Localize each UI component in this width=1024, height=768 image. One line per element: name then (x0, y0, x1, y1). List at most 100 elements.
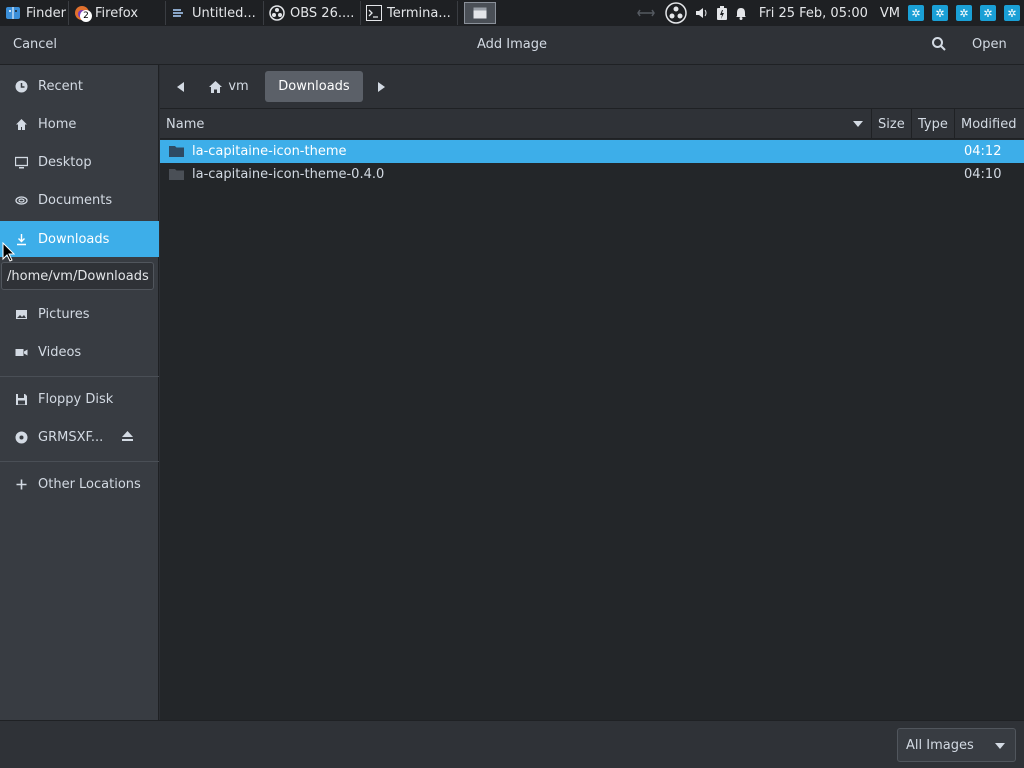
terminal-icon (366, 5, 382, 21)
obs-tray-icon[interactable] (665, 2, 687, 24)
settings-gear-icon[interactable]: ✲ (908, 5, 924, 21)
path-forward-button[interactable] (370, 71, 392, 102)
column-header-label: Name (166, 116, 205, 132)
file-list-header: Name Size Type Modified (160, 109, 1024, 139)
chevron-right-icon (378, 81, 385, 92)
sidebar-item-label: Videos (38, 344, 82, 360)
taskbar-untitled-label: Untitled... (192, 5, 256, 21)
network-icon[interactable] (636, 5, 657, 21)
file-type-filter-select[interactable]: All Images (897, 728, 1016, 762)
sidebar-item-label: GRMSXF... (38, 429, 104, 445)
download-icon (15, 233, 28, 246)
plus-icon (15, 478, 28, 491)
eject-icon[interactable] (121, 430, 134, 446)
home-icon (209, 80, 223, 93)
file-row[interactable]: la-capitaine-icon-theme 04:12 (160, 140, 1024, 163)
column-header-size[interactable]: Size (872, 109, 912, 139)
settings-gear-icon[interactable]: ✲ (932, 5, 948, 21)
picture-icon (15, 308, 28, 321)
sort-down-icon (853, 121, 863, 127)
file-list: Name Size Type Modified la-capitaine-ico… (160, 109, 1024, 720)
finder-icon (5, 5, 21, 21)
taskbar-obs[interactable]: OBS 26.... (264, 1, 361, 25)
sidebar-item-label: Desktop (38, 154, 92, 170)
path-segment-current[interactable]: Downloads (265, 71, 363, 102)
monitor-icon (15, 156, 28, 169)
home-icon (15, 118, 28, 131)
chevron-left-icon (177, 81, 184, 92)
window-icon (473, 7, 487, 19)
user-label[interactable]: VM (880, 6, 900, 21)
file-modified: 04:10 (964, 167, 1002, 182)
cancel-button[interactable]: Cancel (13, 37, 57, 52)
search-icon[interactable] (931, 36, 949, 54)
column-header-modified[interactable]: Modified (955, 109, 1024, 139)
sidebar-item-recent[interactable]: Recent (0, 68, 159, 104)
sidebar-separator (0, 461, 159, 462)
sidebar-separator (0, 376, 159, 377)
taskbar-obs-label: OBS 26.... (290, 5, 355, 21)
path-bar: vm Downloads (160, 65, 1024, 109)
chevron-down-icon (995, 743, 1005, 749)
sidebar-item-floppy-disk[interactable]: Floppy Disk (0, 381, 159, 417)
dialog-bottombar: All Images (0, 720, 1024, 768)
obs-icon (269, 5, 285, 21)
folder-icon (169, 146, 184, 157)
top-taskbar: Finder 2 Firefox Untitled... OBS 26.... … (0, 0, 1024, 26)
column-header-label: Type (918, 116, 948, 132)
show-desktop-button[interactable] (464, 2, 496, 24)
column-header-name[interactable]: Name (160, 109, 872, 139)
taskbar-untitled[interactable]: Untitled... (166, 1, 264, 25)
settings-gear-icon[interactable]: ✲ (1004, 5, 1020, 21)
folder-icon (169, 169, 184, 180)
sidebar-item-home[interactable]: Home (0, 106, 159, 142)
path-back-button[interactable] (170, 71, 192, 102)
taskbar-terminal[interactable]: Termina... (361, 1, 458, 25)
settings-gear-icon[interactable]: ✲ (980, 5, 996, 21)
mouse-pointer-icon (2, 242, 15, 262)
file-name: la-capitaine-icon-theme-0.4.0 (192, 167, 385, 182)
disc-icon (15, 431, 28, 444)
dialog-title: Add Image (476, 37, 547, 52)
taskbar-firefox-label: Firefox (95, 5, 139, 21)
clock[interactable]: Fri 25 Feb, 05:00 (759, 6, 868, 21)
open-button[interactable]: Open (972, 37, 1007, 52)
file-row[interactable]: la-capitaine-icon-theme-0.4.0 04:10 (160, 163, 1024, 186)
settings-gear-icon[interactable]: ✲ (956, 5, 972, 21)
tooltip: /home/vm/Downloads (1, 262, 154, 290)
volume-icon[interactable] (695, 7, 709, 19)
filter-selected-label: All Images (906, 737, 974, 753)
sidebar-item-label: Home (38, 116, 77, 132)
sidebar-item-documents[interactable]: Documents (0, 182, 159, 218)
column-header-type[interactable]: Type (912, 109, 955, 139)
taskbar-terminal-label: Termina... (387, 5, 451, 21)
editor-icon (171, 5, 187, 21)
column-header-label: Size (878, 116, 905, 132)
column-header-label: Modified (961, 116, 1017, 132)
sidebar-item-disc[interactable]: GRMSXF... (0, 419, 159, 455)
sidebar-item-label: Documents (38, 192, 113, 208)
sidebar-item-other-locations[interactable]: Other Locations (0, 466, 159, 502)
firefox-badge: 2 (80, 10, 92, 22)
path-segment-home[interactable]: vm (200, 71, 258, 102)
sidebar-item-label: Pictures (38, 306, 90, 322)
sidebar-item-downloads[interactable]: Downloads (0, 221, 159, 257)
sidebar-item-label: Recent (38, 78, 83, 94)
sidebar-item-label: Floppy Disk (38, 391, 114, 407)
sidebar-item-desktop[interactable]: Desktop (0, 144, 159, 180)
sidebar-item-label: Downloads (38, 231, 110, 247)
taskbar-firefox[interactable]: 2 Firefox (69, 1, 166, 25)
sidebar-item-pictures[interactable]: Pictures (0, 296, 159, 332)
firefox-icon: 2 (74, 5, 92, 22)
floppy-icon (15, 393, 28, 406)
path-segment-current-label: Downloads (278, 79, 350, 94)
system-tray: Fri 25 Feb, 05:00 VM ✲ ✲ ✲ ✲ ✲ (636, 0, 1024, 26)
sidebar-item-videos[interactable]: Videos (0, 334, 159, 370)
notification-bell-icon[interactable] (735, 7, 747, 20)
battery-icon[interactable] (716, 6, 727, 20)
dialog-headerbar: Cancel Add Image Open (0, 26, 1024, 65)
file-name: la-capitaine-icon-theme (192, 144, 347, 159)
video-icon (15, 346, 28, 359)
taskbar-finder[interactable]: Finder (0, 1, 69, 25)
taskbar-finder-label: Finder (26, 5, 66, 21)
